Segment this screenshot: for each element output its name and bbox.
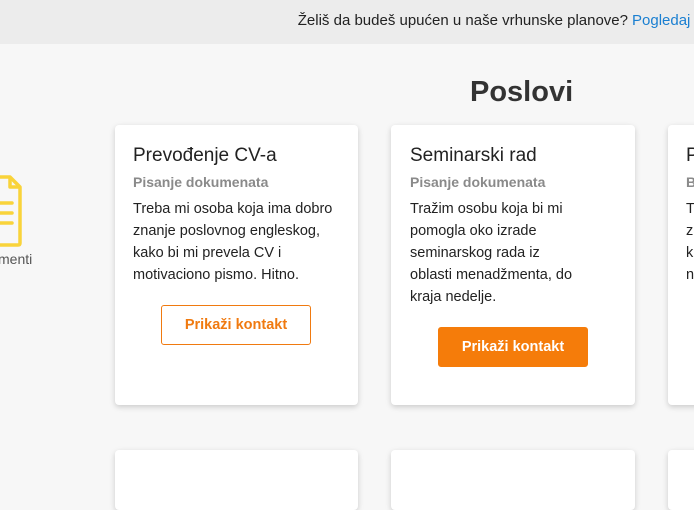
job-card: P B T z k n [668, 125, 694, 405]
job-card [668, 450, 694, 510]
top-promo-bar: Želiš da budeš upućen u naše vrhunske pl… [0, 0, 694, 44]
category-label: menti [0, 251, 33, 267]
document-icon [0, 175, 24, 252]
job-description: Tražim osobu koja bi mi pomogla oko izra… [410, 201, 573, 305]
job-card: Prevođenje CV-a Pisanje dokumenata Treba… [115, 125, 358, 405]
job-title: Seminarski rad [410, 145, 537, 166]
job-title: Prevođenje CV-a [133, 145, 277, 166]
job-description: Treba mi osoba koja ima dobro znanje pos… [133, 201, 333, 283]
promo-text: Želiš da budeš upućen u naše vrhunske pl… [297, 12, 628, 29]
job-category: Pisanje dokumenata [410, 174, 546, 190]
job-card [115, 450, 358, 510]
category-item-documents[interactable]: menti [0, 170, 60, 270]
job-category: B [686, 174, 694, 190]
promo-link[interactable]: Pogledaj [632, 12, 690, 29]
show-contact-button[interactable]: Prikaži kontakt [161, 305, 311, 345]
job-card: Seminarski rad Pisanje dokumenata Tražim… [391, 125, 635, 405]
page-title: Poslovi [470, 76, 574, 108]
job-card [391, 450, 635, 510]
job-category: Pisanje dokumenata [133, 174, 269, 190]
job-description: T z k n [686, 201, 694, 283]
job-title: P [686, 145, 694, 166]
show-contact-button[interactable]: Prikaži kontakt [438, 327, 588, 367]
